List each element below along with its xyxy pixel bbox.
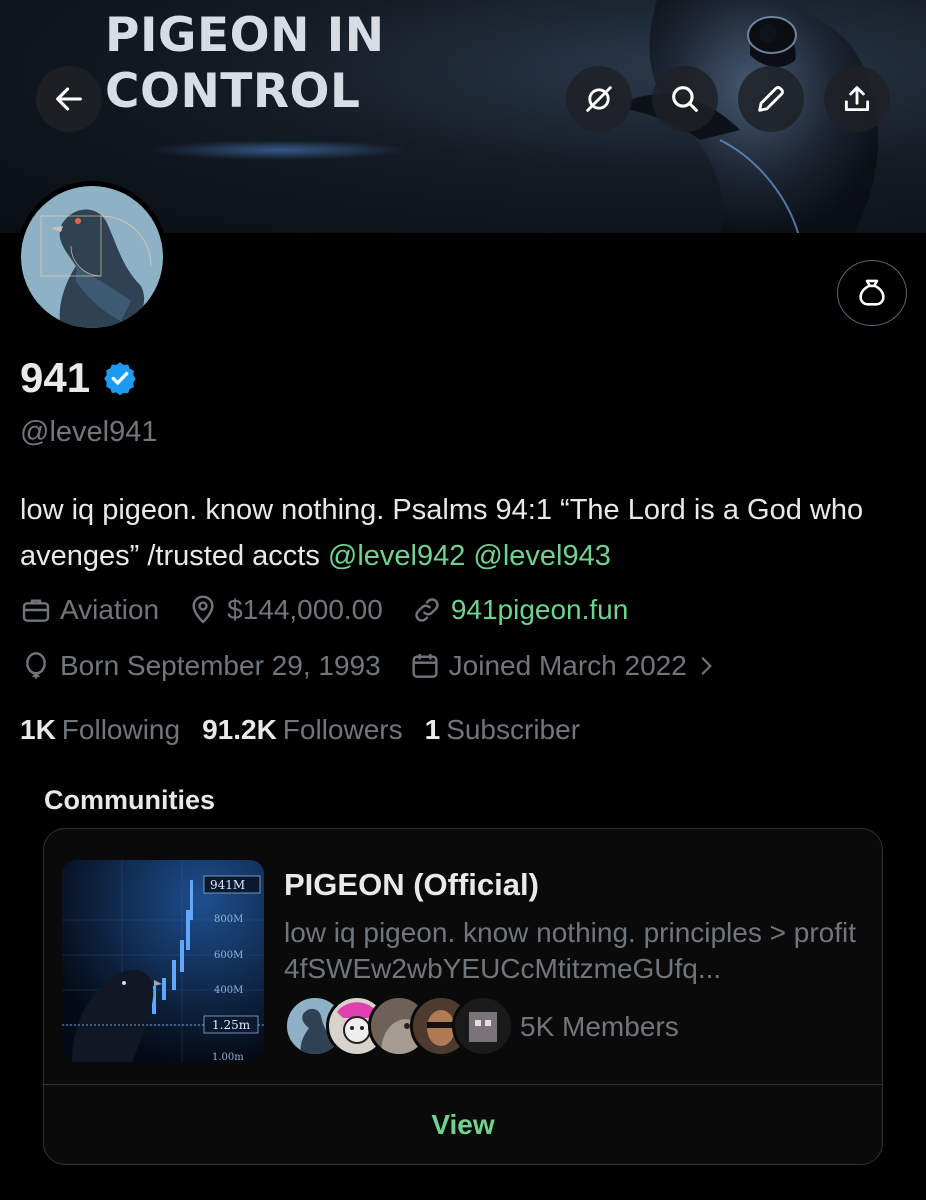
view-community-button[interactable]: View [44,1085,882,1165]
bio-mention-1[interactable]: @level942 [328,540,465,572]
birthday-label: Born September 29, 1993 [60,650,381,681]
verified-badge-icon[interactable] [102,360,138,396]
subscriber-count: 1 [424,714,441,745]
balloon-icon [26,652,46,679]
following-label: Following [61,714,181,745]
pencil-icon [758,86,784,112]
website-link[interactable]: 941pigeon.fun [451,594,629,626]
thumb-label-100m: 1.00m [212,1052,244,1062]
search-icon [672,86,698,112]
followers-label: Followers [282,714,403,745]
banner-title-line1: PIGEON IN [105,8,385,63]
location-label: $144,000.00 [227,594,383,625]
website-item[interactable]: 941pigeon.fun [411,594,629,626]
category-label: Aviation [60,594,160,625]
edit-button[interactable] [738,66,804,132]
location-pin-icon [192,595,214,624]
share-icon [844,86,870,112]
members-count: 5K Members [520,1011,679,1042]
thumb-label-125m: 1.25m [212,1018,251,1032]
banner-title: PIGEON IN CONTROL [105,8,385,120]
following-stat[interactable]: 1K Following [20,714,180,746]
search-button[interactable] [652,66,718,132]
community-card[interactable]: 941M 800M 600M 400M 1.25m 1.00m PIGEON (… [43,828,883,1165]
profile-avatar[interactable] [16,181,168,333]
thumb-label-800m: 800M [214,914,243,925]
community-name[interactable]: PIGEON (Official) [284,867,539,903]
profile-page: PIGEON IN CONTROL 941 @level941 low iq p… [0,0,926,1200]
profile-handle: @level941 [20,416,158,448]
member-avatar [452,995,514,1057]
location-item: $144,000.00 [187,594,383,626]
followers-count: 91.2K [202,714,277,745]
calendar-icon [412,654,438,678]
community-description: low iq pigeon. know nothing. principles … [284,917,857,984]
chevron-right-icon [701,657,712,675]
subscriber-stat[interactable]: 1 Subscriber [425,714,580,746]
category-item: Aviation [20,594,159,626]
grok-button[interactable] [566,66,632,132]
name-row: 941 [20,352,138,404]
display-name: 941 [20,354,91,401]
money-bag-icon [859,279,885,306]
subscriber-label: Subscriber [446,714,581,745]
community-thumbnail: 941M 800M 600M 400M 1.25m 1.00m [62,860,264,1062]
follow-stats: 1K Following 91.2K Followers 1 Subscriber [20,714,602,746]
banner-title-line2: CONTROL [105,64,361,119]
arrow-left-icon [56,87,82,111]
thumb-label-600m: 600M [214,950,243,961]
birthday-item: Born September 29, 1993 [20,650,381,682]
member-avatars [284,995,514,1057]
share-button[interactable] [824,66,890,132]
avatar-image [21,186,163,328]
link-icon [415,598,439,622]
profile-meta-row-2: Born September 29, 1993 Joined March 202… [20,650,755,682]
following-count: 1K [20,714,56,745]
briefcase-icon [22,599,50,622]
profile-bio: low iq pigeon. know nothing. Psalms 94:1… [20,487,900,579]
bio-mention-2[interactable]: @level943 [473,540,610,572]
joined-label: Joined March 2022 [448,650,687,681]
banner-glow [150,140,410,160]
joined-item[interactable]: Joined March 2022 [409,650,727,682]
grok-icon [586,86,612,112]
followers-stat[interactable]: 91.2K Followers [202,714,403,746]
profile-meta-row-1: Aviation $144,000.00 941pigeon.fun [20,594,656,626]
subscribe-button[interactable] [837,260,907,326]
thumb-label-941m: 941M [210,878,245,892]
communities-heading: Communities [44,785,216,815]
back-button[interactable] [36,66,102,132]
thumb-label-400m: 400M [214,985,243,996]
